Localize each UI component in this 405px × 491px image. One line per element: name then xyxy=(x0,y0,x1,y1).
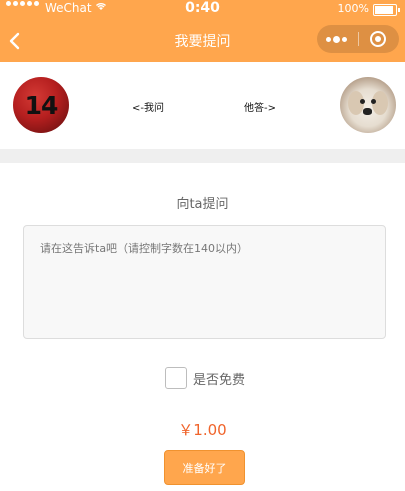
free-label: 是否免费 xyxy=(193,372,246,388)
answer-link[interactable]: 他答-> xyxy=(244,99,276,114)
status-bar: WeChat 0:40 100% xyxy=(0,0,405,18)
jersey-number: 14 xyxy=(24,91,59,120)
participants-row: 14 <-我问 他答-> xyxy=(0,62,405,149)
battery-percent: 100% xyxy=(337,2,369,15)
close-button[interactable] xyxy=(359,25,399,53)
nav-bar: WeChat 0:40 100% 我要提问 xyxy=(0,0,405,62)
submit-button[interactable]: 准备好了 xyxy=(164,450,245,485)
more-dots-icon xyxy=(326,37,331,42)
mini-program-capsule xyxy=(317,25,399,53)
more-button[interactable] xyxy=(317,25,357,53)
answerer-avatar[interactable] xyxy=(340,77,396,133)
ask-link[interactable]: <-我问 xyxy=(132,99,164,114)
battery-icon xyxy=(373,4,400,16)
question-input[interactable] xyxy=(24,226,385,338)
asker-avatar[interactable]: 14 xyxy=(13,77,69,133)
question-label: 向ta提问 xyxy=(176,197,229,212)
section-divider xyxy=(0,149,405,163)
question-input-box xyxy=(23,225,386,339)
free-checkbox[interactable] xyxy=(165,367,187,389)
price-text: ￥1.00 xyxy=(178,421,227,439)
free-option: 是否免费 xyxy=(165,366,245,390)
